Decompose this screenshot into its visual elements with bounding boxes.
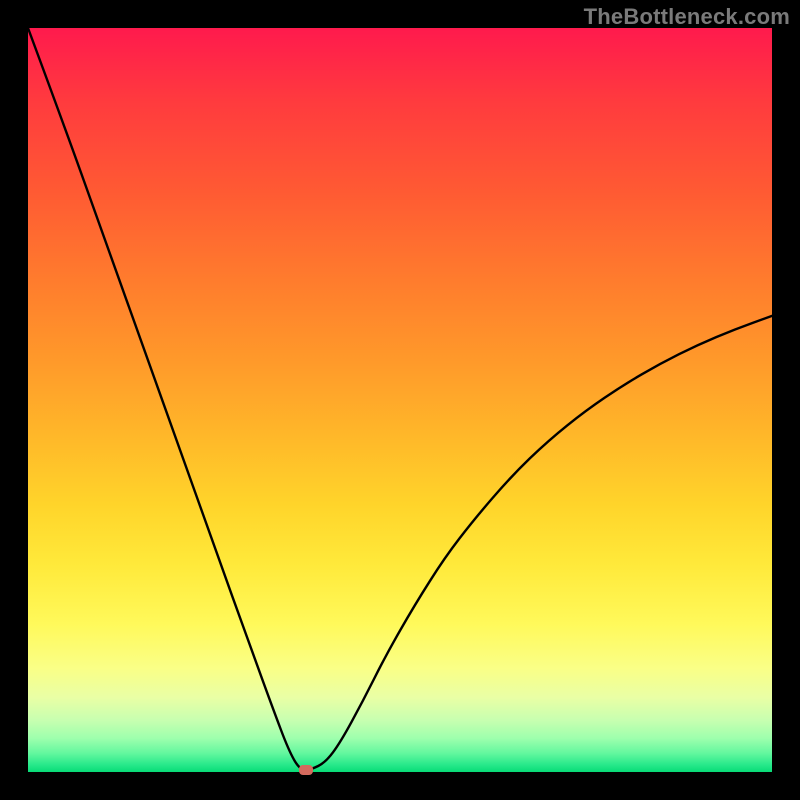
valley-marker <box>299 765 313 775</box>
plot-area <box>28 28 772 772</box>
watermark-text: TheBottleneck.com <box>584 4 790 30</box>
bottleneck-curve <box>28 28 772 772</box>
chart-frame: TheBottleneck.com <box>0 0 800 800</box>
